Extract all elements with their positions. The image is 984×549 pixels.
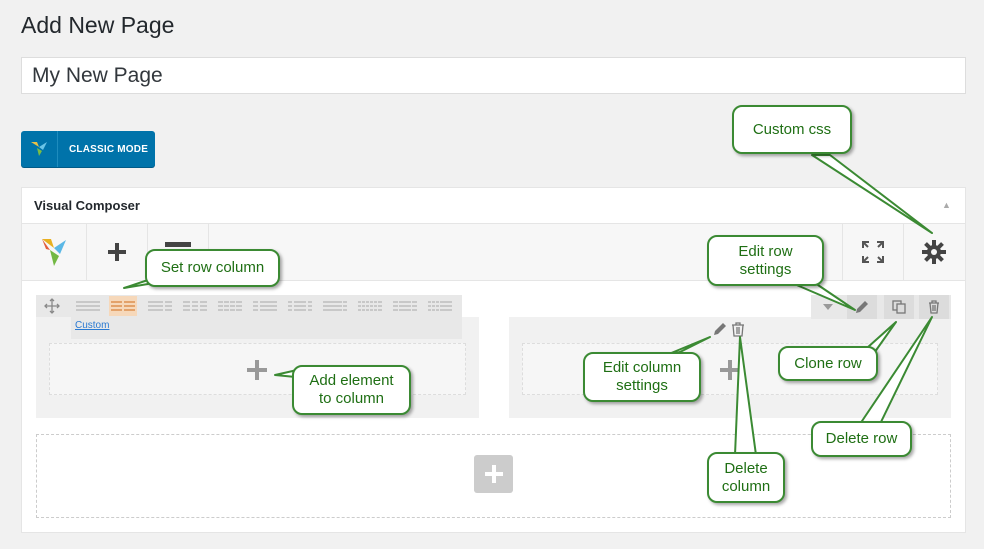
callout-custom-css: Custom css: [732, 105, 852, 154]
callout-edit-column: Edit column settings: [583, 352, 701, 402]
callout-edit-row: Edit row settings: [707, 235, 824, 286]
callout-delete-row: Delete row: [811, 421, 912, 457]
callout-delete-column: Delete column: [707, 452, 785, 503]
callout-clone-row: Clone row: [778, 346, 878, 381]
callout-add-element: Add element to column: [292, 365, 411, 415]
callout-set-row-column: Set row column: [145, 249, 280, 287]
